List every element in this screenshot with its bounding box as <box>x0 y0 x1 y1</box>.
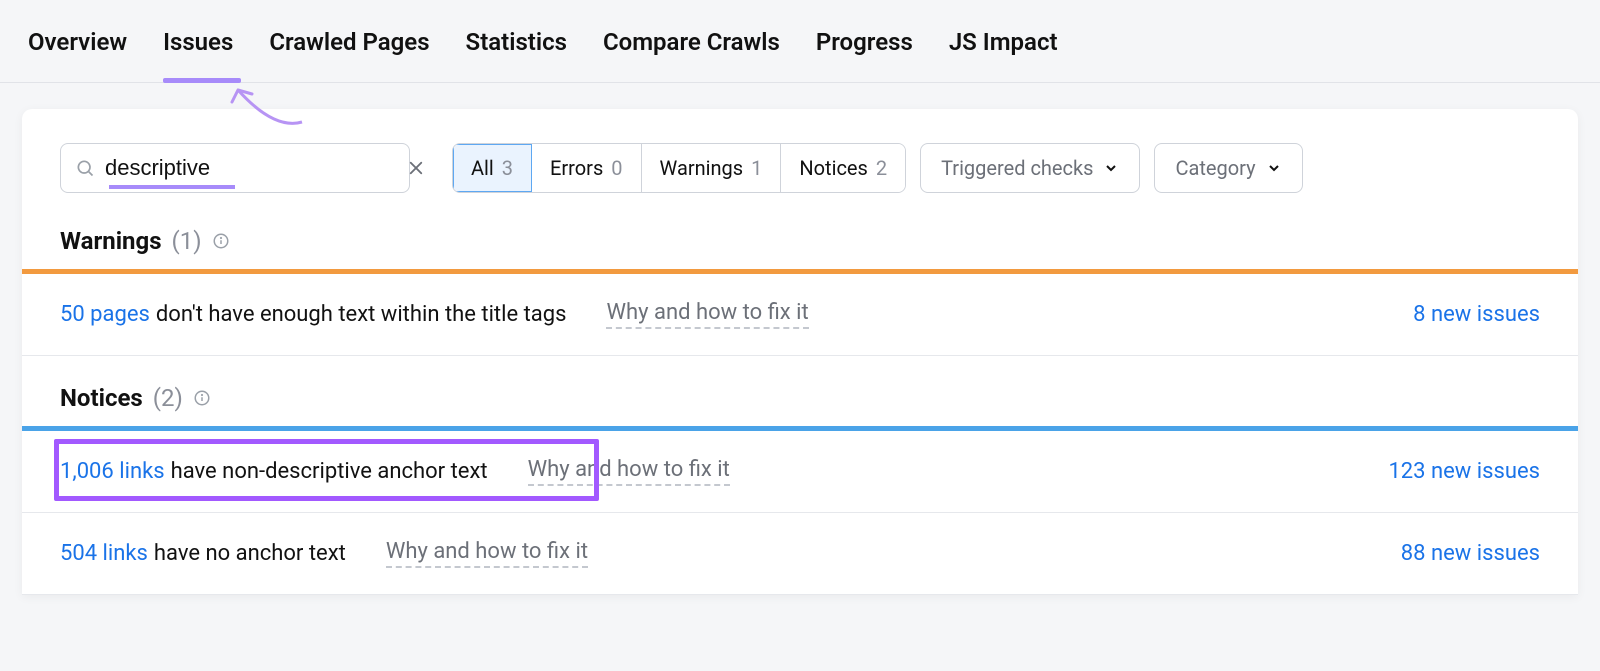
issues-panel: All 3 Errors 0 Warnings 1 Notices 2 Trig… <box>22 109 1578 595</box>
filter-warnings-label: Warnings <box>660 156 744 180</box>
filter-warnings-count: 1 <box>751 156 762 180</box>
category-label: Category <box>1175 156 1255 180</box>
issue-description: have no anchor text <box>154 541 346 566</box>
warnings-title: Warnings <box>60 227 162 255</box>
main-tabs: Overview Issues Crawled Pages Statistics… <box>0 0 1600 83</box>
issue-description: have non-descriptive anchor text <box>171 459 488 484</box>
severity-filter-group: All 3 Errors 0 Warnings 1 Notices 2 <box>452 143 906 193</box>
search-box <box>60 143 410 193</box>
issue-row: 504 links have no anchor text Why and ho… <box>22 513 1578 595</box>
tab-statistics[interactable]: Statistics <box>466 28 567 68</box>
chevron-down-icon <box>1103 160 1119 176</box>
chevron-down-icon <box>1266 160 1282 176</box>
triggered-checks-label: Triggered checks <box>941 156 1093 180</box>
category-dropdown[interactable]: Category <box>1154 143 1302 193</box>
why-fix-link[interactable]: Why and how to fix it <box>528 457 730 486</box>
issue-count-link[interactable]: 504 links <box>60 541 148 566</box>
notices-count: (2) <box>153 384 183 412</box>
filter-all-count: 3 <box>502 156 513 180</box>
warnings-section-header: Warnings (1) <box>22 227 1578 269</box>
issue-row: 1,006 links have non-descriptive anchor … <box>22 431 1578 513</box>
controls-row: All 3 Errors 0 Warnings 1 Notices 2 Trig… <box>22 143 1578 227</box>
filter-all-label: All <box>471 156 494 180</box>
filter-warnings[interactable]: Warnings 1 <box>642 144 782 192</box>
filter-errors-label: Errors <box>550 156 603 180</box>
search-input[interactable] <box>105 155 393 181</box>
new-issues-link[interactable]: 123 new issues <box>1388 459 1540 484</box>
issue-count-link[interactable]: 1,006 links <box>60 459 165 484</box>
new-issues-link[interactable]: 8 new issues <box>1413 302 1540 327</box>
tab-js-impact[interactable]: JS Impact <box>949 28 1058 68</box>
notices-section-header: Notices (2) <box>22 356 1578 426</box>
warnings-count: (1) <box>172 227 202 255</box>
why-fix-link[interactable]: Why and how to fix it <box>606 300 808 329</box>
tab-progress[interactable]: Progress <box>816 28 913 68</box>
new-issues-link[interactable]: 88 new issues <box>1401 541 1540 566</box>
tab-compare-crawls[interactable]: Compare Crawls <box>603 28 780 68</box>
filter-notices[interactable]: Notices 2 <box>781 144 905 192</box>
triggered-checks-dropdown[interactable]: Triggered checks <box>920 143 1140 193</box>
issue-description: don't have enough text within the title … <box>156 302 567 327</box>
tab-issues[interactable]: Issues <box>163 28 233 68</box>
issue-count-link[interactable]: 50 pages <box>60 302 150 327</box>
annotation-underline <box>109 185 235 189</box>
info-icon[interactable] <box>212 232 230 250</box>
filter-notices-label: Notices <box>799 156 867 180</box>
search-icon <box>75 158 95 178</box>
filter-errors[interactable]: Errors 0 <box>532 144 641 192</box>
filter-notices-count: 2 <box>876 156 887 180</box>
clear-search-button[interactable] <box>403 155 429 181</box>
notices-title: Notices <box>60 384 143 412</box>
why-fix-link[interactable]: Why and how to fix it <box>386 539 588 568</box>
issue-row: 50 pages don't have enough text within t… <box>22 274 1578 356</box>
tab-crawled-pages[interactable]: Crawled Pages <box>269 28 429 68</box>
info-icon[interactable] <box>193 389 211 407</box>
filter-errors-count: 0 <box>611 156 622 180</box>
filter-all[interactable]: All 3 <box>453 144 532 192</box>
tab-overview[interactable]: Overview <box>28 28 127 68</box>
close-icon <box>407 159 425 177</box>
